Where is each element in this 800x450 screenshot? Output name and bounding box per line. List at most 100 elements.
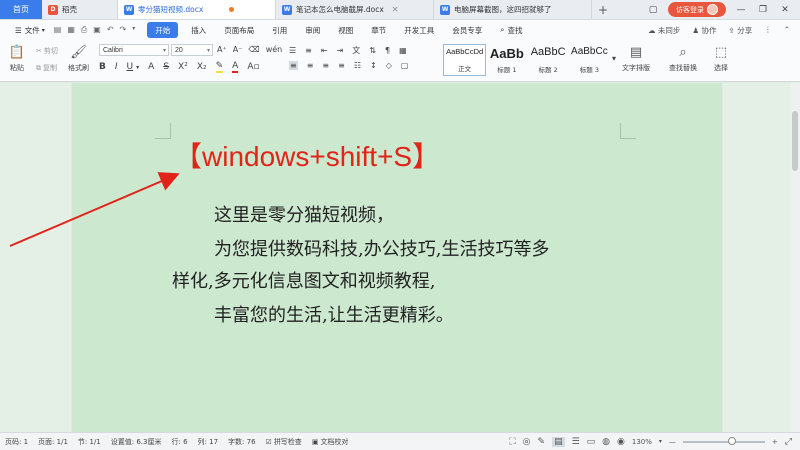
decrease-indent-icon[interactable]: ⇤: [321, 46, 328, 55]
print-preview-icon[interactable]: ▣: [93, 25, 101, 35]
tab-document[interactable]: W 电脑屏幕截图，这四招就够了: [434, 0, 592, 19]
sort-icon[interactable]: ⇅: [369, 46, 376, 55]
collaborate-button[interactable]: ♟ 协作: [692, 25, 716, 36]
chevron-up-icon[interactable]: ⌃: [784, 25, 790, 36]
font-color-alt-icon[interactable]: A: [148, 62, 154, 72]
bullet-list-icon[interactable]: ☰: [289, 46, 296, 55]
close-window-icon[interactable]: ✕: [778, 5, 792, 15]
menu-view[interactable]: 视图: [329, 22, 362, 38]
scroll-thumb[interactable]: [792, 111, 798, 171]
zoom-slider-knob[interactable]: [727, 436, 736, 445]
distribute-icon[interactable]: ☷: [354, 61, 361, 70]
font-name-select[interactable]: Calibri ▾: [99, 44, 169, 56]
vertical-scrollbar[interactable]: [790, 83, 800, 432]
menu-page-layout[interactable]: 页面布局: [215, 22, 263, 38]
char-shading-icon[interactable]: A▫: [247, 62, 259, 72]
subscript-icon[interactable]: X₂: [197, 62, 207, 72]
superscript-icon[interactable]: X²: [178, 62, 188, 72]
page-view-icon[interactable]: ▤: [552, 436, 565, 447]
border-icon[interactable]: ▢: [401, 61, 409, 70]
save-icon[interactable]: ▦: [67, 25, 75, 35]
document-line[interactable]: 为您提供数码科技,办公技巧,生活技巧等多: [214, 235, 549, 261]
new-tab-button[interactable]: +: [592, 0, 614, 19]
align-right-icon[interactable]: ≡: [322, 61, 329, 70]
eye-protection-icon[interactable]: ◉: [617, 437, 625, 447]
find-replace-button[interactable]: ⌕ 查找替换: [669, 43, 697, 73]
highlight-icon[interactable]: ✎: [215, 61, 224, 73]
tab-document[interactable]: W 笔记本怎么电脑截屏.docx ✕: [276, 0, 434, 19]
grow-font-icon[interactable]: A⁺: [217, 45, 227, 54]
menu-insert[interactable]: 插入: [182, 22, 215, 38]
justify-icon[interactable]: ≡: [338, 61, 345, 70]
menu-search[interactable]: ⌕ 查找: [491, 22, 531, 38]
pinyin-icon[interactable]: wén: [266, 45, 283, 54]
status-row[interactable]: 行: 6: [171, 437, 187, 447]
status-section[interactable]: 节: 1/1: [78, 437, 101, 447]
menu-developer[interactable]: 开发工具: [395, 22, 443, 38]
tab-home[interactable]: 首页: [0, 0, 42, 19]
fit-window-icon[interactable]: ⤢: [785, 437, 792, 447]
document-line[interactable]: 丰富您的生活,让生活更精彩。: [214, 301, 454, 327]
tab-docer[interactable]: D 稻壳: [42, 0, 118, 19]
print-icon[interactable]: ⎙: [81, 25, 87, 35]
font-color-icon[interactable]: A: [232, 61, 239, 73]
chevron-down-icon[interactable]: ▾: [132, 25, 135, 35]
shrink-font-icon[interactable]: A⁻: [233, 45, 243, 54]
zoom-in-icon[interactable]: +: [772, 438, 778, 446]
font-size-select[interactable]: 20 ▾: [171, 44, 213, 56]
paste-button[interactable]: 📋 粘贴: [8, 43, 26, 73]
outline-view-icon[interactable]: ☰: [572, 437, 580, 447]
sync-status[interactable]: ☁ 未同步: [648, 25, 680, 36]
zoom-level[interactable]: 130%: [632, 438, 652, 446]
status-page-number[interactable]: 页码: 1: [5, 437, 28, 447]
share-button[interactable]: ⇪ 分享: [729, 25, 753, 36]
align-left-icon[interactable]: ≡: [289, 61, 298, 70]
menu-member[interactable]: 会员专享: [443, 22, 491, 38]
document-heading[interactable]: 【windows+shift+S】: [174, 135, 440, 175]
read-mode-icon[interactable]: ▭: [587, 437, 596, 447]
status-word-count[interactable]: 字数: 76: [228, 437, 256, 447]
show-marks-icon[interactable]: ¶: [385, 46, 390, 55]
underline-icon[interactable]: U: [127, 62, 134, 72]
chevron-down-icon[interactable]: ▾: [136, 64, 139, 71]
focus-mode-icon[interactable]: ◎: [523, 437, 531, 447]
styles-expand-icon[interactable]: ▾: [612, 54, 616, 63]
strikethrough-icon[interactable]: S: [163, 62, 169, 72]
align-center-icon[interactable]: ≡: [307, 61, 314, 70]
bold-icon[interactable]: B: [99, 62, 106, 72]
zoom-slider[interactable]: [682, 436, 765, 445]
chinese-layout-icon[interactable]: 文: [352, 45, 360, 56]
chevron-down-icon[interactable]: ▾: [659, 438, 662, 445]
line-spacing-icon[interactable]: ↕: [370, 61, 377, 70]
minimize-icon[interactable]: —: [734, 5, 748, 15]
layout-icon[interactable]: ▢: [646, 5, 660, 15]
italic-icon[interactable]: I: [115, 62, 118, 72]
copy-button[interactable]: ⧉ 复制: [36, 63, 57, 73]
web-view-icon[interactable]: ◍: [602, 437, 610, 447]
menu-references[interactable]: 引用: [263, 22, 296, 38]
format-painter-button[interactable]: 🖌 格式刷: [68, 43, 89, 73]
numbered-list-icon[interactable]: ≡: [305, 46, 312, 55]
menu-file[interactable]: ☰ 文件 ▾: [6, 22, 54, 38]
folder-icon[interactable]: ▤: [54, 25, 62, 35]
document-line[interactable]: 样化,多元化信息图文和视频教程,: [172, 267, 435, 293]
shading-icon[interactable]: ◇: [386, 61, 392, 70]
cut-button[interactable]: ✂ 剪切: [36, 46, 58, 56]
style-heading-1[interactable]: AaBb 标题 1: [486, 44, 527, 76]
menu-start[interactable]: 开始: [147, 22, 179, 38]
close-icon[interactable]: ✕: [392, 5, 399, 14]
undo-icon[interactable]: ↶: [107, 25, 114, 35]
increase-indent-icon[interactable]: ⇥: [337, 46, 344, 55]
restore-icon[interactable]: ❐: [756, 5, 770, 15]
style-heading-2[interactable]: AaBbC 标题 2: [528, 44, 569, 76]
text-layout-button[interactable]: ▤ 文字排版: [622, 43, 650, 73]
fullscreen-icon[interactable]: ⛶: [509, 437, 515, 447]
zoom-out-icon[interactable]: —: [669, 438, 676, 446]
status-col[interactable]: 列: 17: [198, 437, 219, 447]
visitor-login-button[interactable]: 访客登录: [668, 2, 726, 17]
doc-proof-button[interactable]: ▣ 文档校对: [312, 437, 349, 447]
status-setting-value[interactable]: 设置值: 6.3厘米: [111, 437, 162, 447]
redo-icon[interactable]: ↷: [120, 25, 127, 35]
pen-icon[interactable]: ✎: [538, 437, 546, 447]
more-icon[interactable]: ⋮: [764, 25, 772, 36]
